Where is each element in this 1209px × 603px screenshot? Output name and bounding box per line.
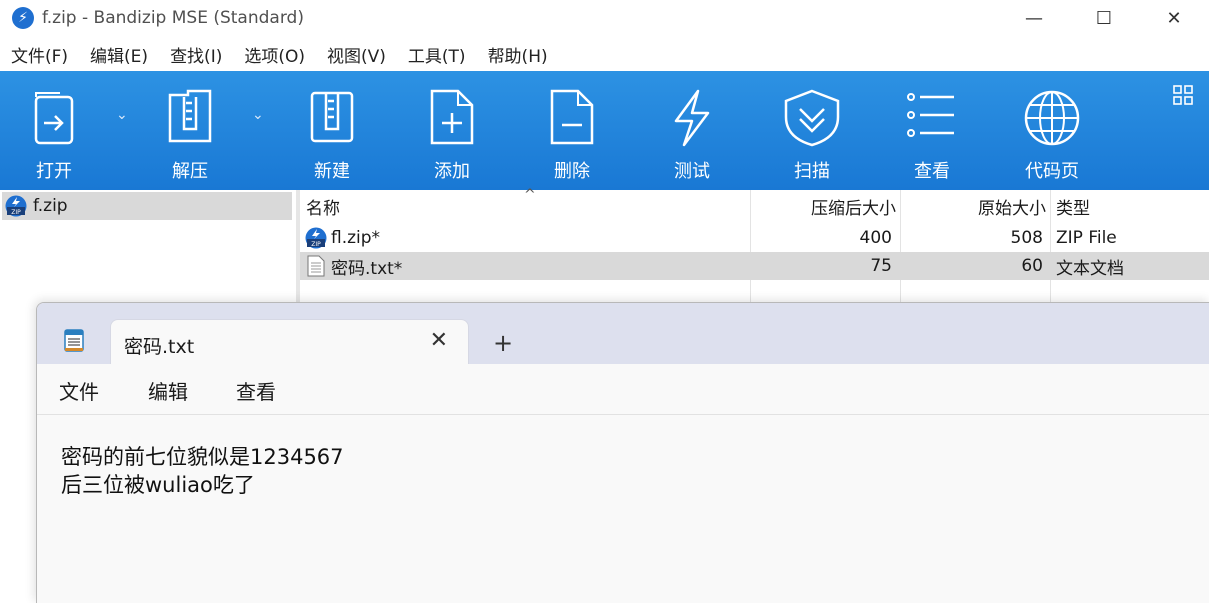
new-tab-plus-icon[interactable]: +	[493, 329, 513, 357]
column-header-original-size[interactable]: 原始大小	[900, 190, 1046, 222]
file-packed-size: 75	[870, 256, 892, 276]
minimize-button[interactable]: —	[999, 0, 1069, 36]
file-row[interactable]: ZIP fl.zip* 400 508 ZIP File	[300, 224, 1209, 252]
column-header-original-label: 原始大小	[978, 198, 1046, 219]
file-list: 名称 ^ 压缩后大小 原始大小 类型 ZIP fl.zip* 400 508 Z…	[300, 187, 1209, 305]
bandizip-logo-icon: ⚡	[12, 7, 34, 29]
extract-icon	[168, 89, 212, 143]
test-button[interactable]: 测试	[642, 71, 742, 190]
column-header-type-label: 类型	[1056, 198, 1090, 219]
sort-ascending-icon: ^	[524, 187, 536, 203]
column-header-type[interactable]: 类型	[1056, 190, 1206, 222]
menu-file[interactable]: 文件(F)	[11, 42, 68, 67]
globe-icon	[1024, 90, 1080, 146]
test-label: 测试	[674, 161, 710, 182]
notepad-menu-edit[interactable]: 编辑	[148, 376, 188, 405]
window-title: f.zip - Bandizip MSE (Standard)	[42, 8, 304, 28]
close-tab-icon[interactable]: ✕	[430, 328, 448, 353]
column-header-name-label: 名称	[306, 198, 340, 219]
extract-label: 解压	[172, 161, 208, 182]
notepad-text-area[interactable]: 密码的前七位貌似是1234567 后三位被wuliao吃了	[61, 443, 344, 499]
notepad-tab-title: 密码.txt	[124, 336, 195, 358]
tree-item-label: f.zip	[33, 196, 68, 216]
text-line: 后三位被wuliao吃了	[61, 473, 255, 497]
add-button[interactable]: 添加	[402, 71, 502, 190]
new-archive-icon	[310, 91, 354, 143]
view-label: 查看	[914, 161, 950, 182]
close-button[interactable]: ✕	[1139, 0, 1209, 36]
file-packed-size: 400	[859, 228, 892, 248]
view-button[interactable]: 查看	[882, 71, 982, 190]
delete-file-icon	[550, 89, 594, 145]
extract-button[interactable]: 解压	[140, 71, 240, 190]
scan-button[interactable]: 扫描	[762, 71, 862, 190]
notepad-menu-view[interactable]: 查看	[236, 376, 276, 405]
layout-grid-icon[interactable]	[1173, 85, 1193, 105]
notepad-tab[interactable]: 密码.txt ✕	[110, 319, 469, 365]
file-original-size: 508	[1010, 228, 1043, 248]
menu-tools[interactable]: 工具(T)	[408, 42, 466, 67]
open-button[interactable]: 打开	[4, 71, 104, 190]
file-name: 密码.txt*	[331, 258, 403, 279]
menu-help[interactable]: 帮助(H)	[488, 42, 548, 67]
svg-text:ZIP: ZIP	[311, 241, 321, 248]
file-name: fl.zip*	[331, 228, 381, 248]
text-file-icon	[307, 255, 325, 277]
file-type: 文本文档	[1056, 258, 1124, 279]
menu-options[interactable]: 选项(O)	[244, 42, 305, 67]
text-line: 密码的前七位貌似是1234567	[61, 445, 344, 469]
shield-icon	[784, 89, 840, 147]
notepad-menu-bar: 文件 编辑 查看	[37, 364, 1209, 415]
menu-find[interactable]: 查找(I)	[170, 42, 222, 67]
notepad-window: 密码.txt ✕ + 文件 编辑 查看 密码的前七位貌似是1234567 后三位…	[36, 302, 1209, 603]
delete-button[interactable]: 删除	[522, 71, 622, 190]
file-row-selected[interactable]: 密码.txt* 75 60 文本文档	[300, 252, 1209, 280]
notepad-tab-strip: 密码.txt ✕ +	[37, 303, 1209, 365]
menu-edit[interactable]: 编辑(E)	[90, 42, 148, 67]
folder-tree: ZIP f.zip	[0, 190, 296, 305]
codepage-button[interactable]: 代码页	[1002, 71, 1102, 190]
column-header-packed-size[interactable]: 压缩后大小	[750, 190, 896, 222]
notepad-menu-file[interactable]: 文件	[59, 376, 99, 405]
scan-label: 扫描	[794, 161, 830, 182]
list-view-icon	[907, 93, 954, 137]
maximize-button[interactable]: ☐	[1069, 0, 1139, 36]
zip-archive-icon: ZIP	[5, 195, 27, 217]
zip-file-icon: ZIP	[305, 227, 327, 249]
title-bar: ⚡ f.zip - Bandizip MSE (Standard) — ☐ ✕	[0, 0, 1209, 38]
tree-item-root[interactable]: ZIP f.zip	[2, 192, 292, 220]
open-icon	[34, 92, 74, 145]
codepage-label: 代码页	[1025, 161, 1079, 182]
open-label: 打开	[36, 161, 72, 182]
lightning-icon	[674, 89, 710, 147]
delete-label: 删除	[554, 161, 590, 182]
extract-dropdown-chevron-icon[interactable]: ⌄	[252, 107, 264, 123]
file-original-size: 60	[1021, 256, 1043, 276]
toolbar: 打开 ⌄ 解压 ⌄ 新建 添加 删除 测试 扫描 查看 代码页	[0, 71, 1209, 190]
new-button[interactable]: 新建	[282, 71, 382, 190]
notepad-app-icon	[64, 329, 84, 352]
column-header-name[interactable]: 名称 ^	[306, 187, 746, 222]
menu-bar: 文件(F) 编辑(E) 查找(I) 选项(O) 视图(V) 工具(T) 帮助(H…	[0, 38, 1209, 71]
menu-view[interactable]: 视图(V)	[327, 42, 386, 67]
file-type: ZIP File	[1056, 228, 1117, 248]
add-label: 添加	[434, 161, 470, 182]
add-file-icon	[430, 89, 474, 145]
svg-text:ZIP: ZIP	[11, 209, 21, 216]
column-header-packed-label: 压缩后大小	[811, 198, 896, 219]
new-label: 新建	[314, 161, 350, 182]
open-dropdown-chevron-icon[interactable]: ⌄	[116, 107, 128, 123]
